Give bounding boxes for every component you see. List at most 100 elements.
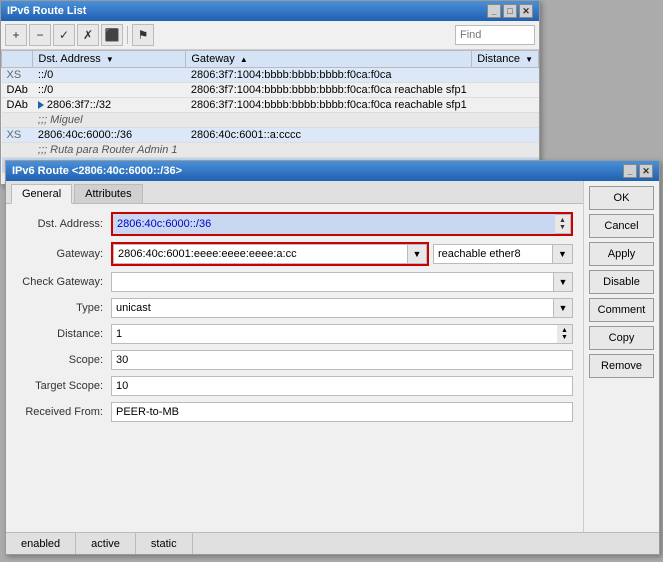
type-label: Type: (16, 302, 111, 314)
row-flag: DAb (2, 83, 33, 98)
form-area: Dst. Address: ▲ ▼ Gateway: (6, 204, 583, 436)
reachable-input[interactable] (433, 244, 553, 264)
minimize-button[interactable]: _ (487, 4, 501, 18)
route-table-container[interactable]: Dst. Address ▼ Gateway ▲ Distance ▼ XS :… (1, 50, 539, 175)
status-bar: enabled active static (6, 532, 584, 554)
detail-minimize-button[interactable]: _ (623, 164, 637, 178)
reachable-dropdown-btn[interactable]: ▼ (553, 244, 573, 264)
target-scope-row: Target Scope: (16, 376, 573, 396)
section-label: ;;; Ruta para Router Admin 1 (33, 143, 539, 158)
distance-row: Distance: ▲ ▼ (16, 324, 573, 344)
dst-address-row: Dst. Address: ▲ ▼ (16, 212, 573, 236)
row-dst: 2806:40c:6000::/36 (33, 128, 186, 143)
scope-input[interactable] (111, 350, 573, 370)
row-dist (472, 83, 539, 98)
route-table: Dst. Address ▼ Gateway ▲ Distance ▼ XS :… (1, 50, 539, 173)
row-dist (472, 128, 539, 143)
table-row[interactable]: DAb 2806:3f7::/32 2806:3f7:1004:bbbb:bbb… (2, 98, 539, 113)
col-dist-header[interactable]: Distance ▼ (472, 51, 539, 68)
row-flag: XS (2, 68, 33, 83)
check-gateway-input[interactable] (111, 272, 553, 292)
close-button[interactable]: ✕ (519, 4, 533, 18)
search-input[interactable] (455, 25, 535, 45)
list-window-titlebar: IPv6 Route List _ □ ✕ (1, 1, 539, 21)
list-toolbar: + − ✓ ✗ ⬛ ⚑ (1, 21, 539, 50)
distance-label: Distance: (16, 328, 111, 340)
route-list-window: IPv6 Route List _ □ ✕ + − ✓ ✗ ⬛ ⚑ Dst. A… (0, 0, 540, 185)
list-window-title: IPv6 Route List (7, 5, 86, 17)
row-gw: 2806:3f7:1004:bbbb:bbbb:bbbb:f0ca:f0ca r… (186, 83, 472, 98)
route-detail-window: IPv6 Route <2806:40c:6000::/36> _ ✕ Gene… (5, 160, 660, 555)
detail-main: General Attributes Dst. Address: ▲ ▼ (6, 181, 584, 554)
section-flag (2, 113, 33, 128)
type-row: Type: ▼ (16, 298, 573, 318)
add-button[interactable]: + (5, 24, 27, 46)
row-flag: XS (2, 128, 33, 143)
remove-button[interactable]: Remove (589, 354, 654, 378)
check-gateway-dropdown-btn[interactable]: ▼ (553, 272, 573, 292)
row-dst: ::/0 (33, 83, 186, 98)
section-row: ;;; Ruta para Router Admin 1 (2, 143, 539, 158)
received-from-row: Received From: (16, 402, 573, 422)
copy-button[interactable]: Copy (589, 326, 654, 350)
type-input[interactable] (111, 298, 553, 318)
row-dst: ::/0 (33, 68, 186, 83)
target-scope-label: Target Scope: (16, 380, 111, 392)
row-dist (472, 98, 539, 113)
status-type: static (136, 533, 193, 554)
gateway-label: Gateway: (16, 248, 111, 260)
section-flag (2, 143, 33, 158)
detail-sidebar: OK Cancel Apply Disable Comment Copy Rem… (584, 181, 659, 554)
gateway-row: Gateway: ▼ ▼ (16, 242, 573, 266)
disable-button[interactable]: Disable (589, 270, 654, 294)
filter-button[interactable]: ⚑ (132, 24, 154, 46)
row-flag: DAb (2, 98, 33, 113)
list-window-controls: _ □ ✕ (487, 4, 533, 18)
scope-label: Scope: (16, 354, 111, 366)
toolbar-separator (127, 26, 128, 44)
disable-button[interactable]: ✗ (77, 24, 99, 46)
tab-general[interactable]: General (11, 184, 72, 204)
row-dst: 2806:3f7::/32 (33, 98, 186, 113)
tab-attributes[interactable]: Attributes (74, 184, 142, 203)
detail-close-button[interactable]: ✕ (639, 164, 653, 178)
scope-row: Scope: (16, 350, 573, 370)
detail-content: General Attributes Dst. Address: ▲ ▼ (6, 181, 659, 554)
row-dist (472, 68, 539, 83)
row-gw: 2806:3f7:1004:bbbb:bbbb:bbbb:f0ca:f0ca r… (186, 98, 472, 113)
col-dst-header[interactable]: Dst. Address ▼ (33, 51, 186, 68)
section-row: ;;; Miguel (2, 113, 539, 128)
received-from-label: Received From: (16, 406, 111, 418)
maximize-button[interactable]: □ (503, 4, 517, 18)
col-gw-header[interactable]: Gateway ▲ (186, 51, 472, 68)
distance-input[interactable] (111, 324, 557, 344)
received-from-input[interactable] (111, 402, 573, 422)
col-type-header (2, 51, 33, 68)
dst-scroll-btn[interactable]: ▲ ▼ (555, 214, 571, 234)
table-row[interactable]: DAb ::/0 2806:3f7:1004:bbbb:bbbb:bbbb:f0… (2, 83, 539, 98)
target-scope-input[interactable] (111, 376, 573, 396)
gateway-input[interactable] (113, 244, 407, 264)
section-label: ;;; Miguel (33, 113, 539, 128)
detail-window-titlebar: IPv6 Route <2806:40c:6000::/36> _ ✕ (6, 161, 659, 181)
detail-window-controls: _ ✕ (623, 164, 653, 178)
gateway-dropdown-btn[interactable]: ▼ (407, 244, 427, 264)
table-row[interactable]: XS 2806:40c:6000::/36 2806:40c:6001::a:c… (2, 128, 539, 143)
dst-address-input[interactable] (113, 214, 555, 234)
comment-button[interactable]: Comment (589, 298, 654, 322)
row-gw: 2806:3f7:1004:bbbb:bbbb:bbbb:f0ca:f0ca (186, 68, 472, 83)
ok-button[interactable]: OK (589, 186, 654, 210)
status-enabled: enabled (6, 533, 76, 554)
type-dropdown-btn[interactable]: ▼ (553, 298, 573, 318)
remove-button[interactable]: − (29, 24, 51, 46)
copy-button[interactable]: ⬛ (101, 24, 123, 46)
table-row[interactable]: XS ::/0 2806:3f7:1004:bbbb:bbbb:bbbb:f0c… (2, 68, 539, 83)
check-gateway-label: Check Gateway: (16, 276, 111, 288)
apply-button[interactable]: Apply (589, 242, 654, 266)
enable-button[interactable]: ✓ (53, 24, 75, 46)
cancel-button[interactable]: Cancel (589, 214, 654, 238)
distance-scroll-btn[interactable]: ▲ ▼ (557, 324, 573, 344)
tab-bar: General Attributes (6, 181, 583, 204)
dst-address-label: Dst. Address: (16, 218, 111, 230)
check-gateway-row: Check Gateway: ▼ (16, 272, 573, 292)
